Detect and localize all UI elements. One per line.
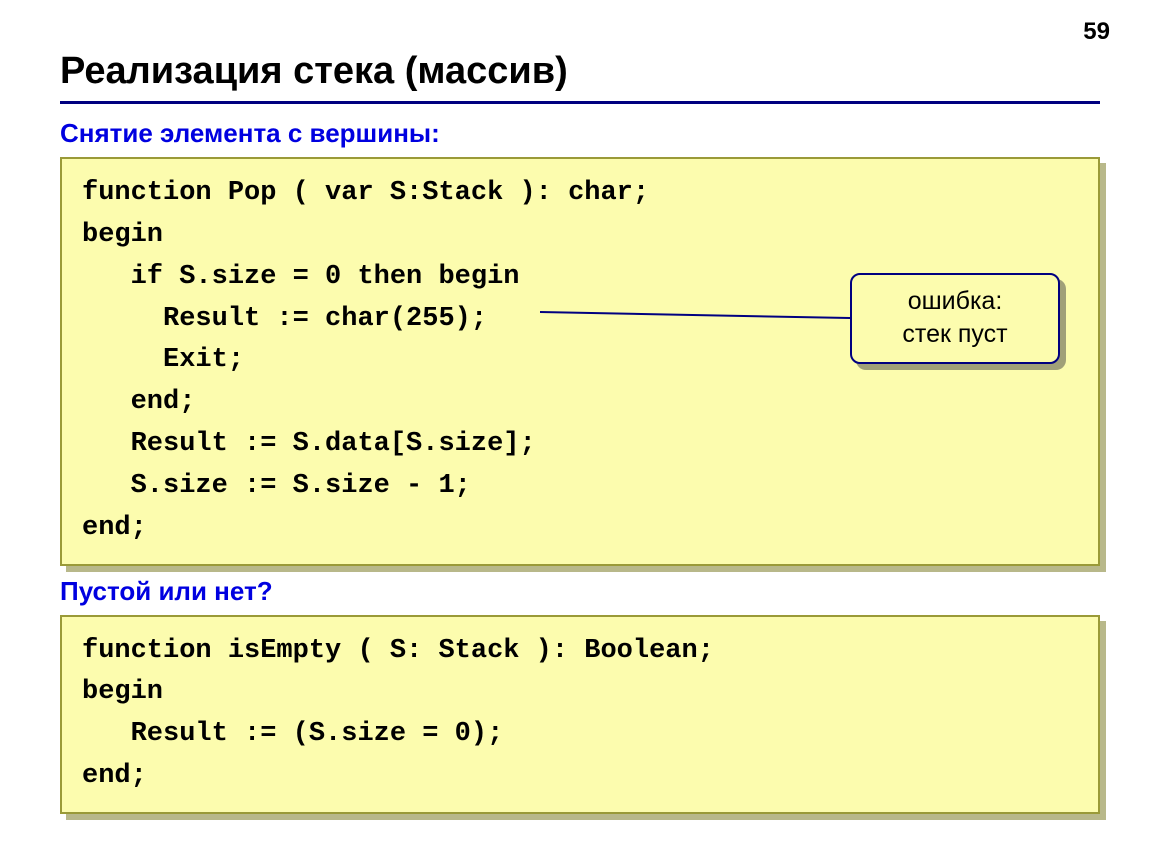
title-rule [60,101,1100,104]
callout-error: ошибка: стек пуст [850,273,1060,364]
slide: 59 Реализация стека (массив) Снятие элем… [0,0,1150,864]
code-block-isempty: function isEmpty ( S: Stack ): Boolean; … [60,615,1100,814]
callout-error-wrap: ошибка: стек пуст [850,273,1060,364]
callout-leader-line [540,297,900,327]
code-block-isempty-wrap: function isEmpty ( S: Stack ): Boolean; … [60,615,1100,814]
subhead-isempty: Пустой или нет? [60,576,1100,607]
callout-line1: ошибка: [868,285,1042,318]
subhead-pop: Снятие элемента с вершины: [60,118,1100,149]
page-number: 59 [1083,18,1110,46]
callout-line2: стек пуст [868,318,1042,351]
code-block-pop-wrap: function Pop ( var S:Stack ): char; begi… [60,157,1100,566]
slide-title: Реализация стека (массив) [60,50,1100,93]
